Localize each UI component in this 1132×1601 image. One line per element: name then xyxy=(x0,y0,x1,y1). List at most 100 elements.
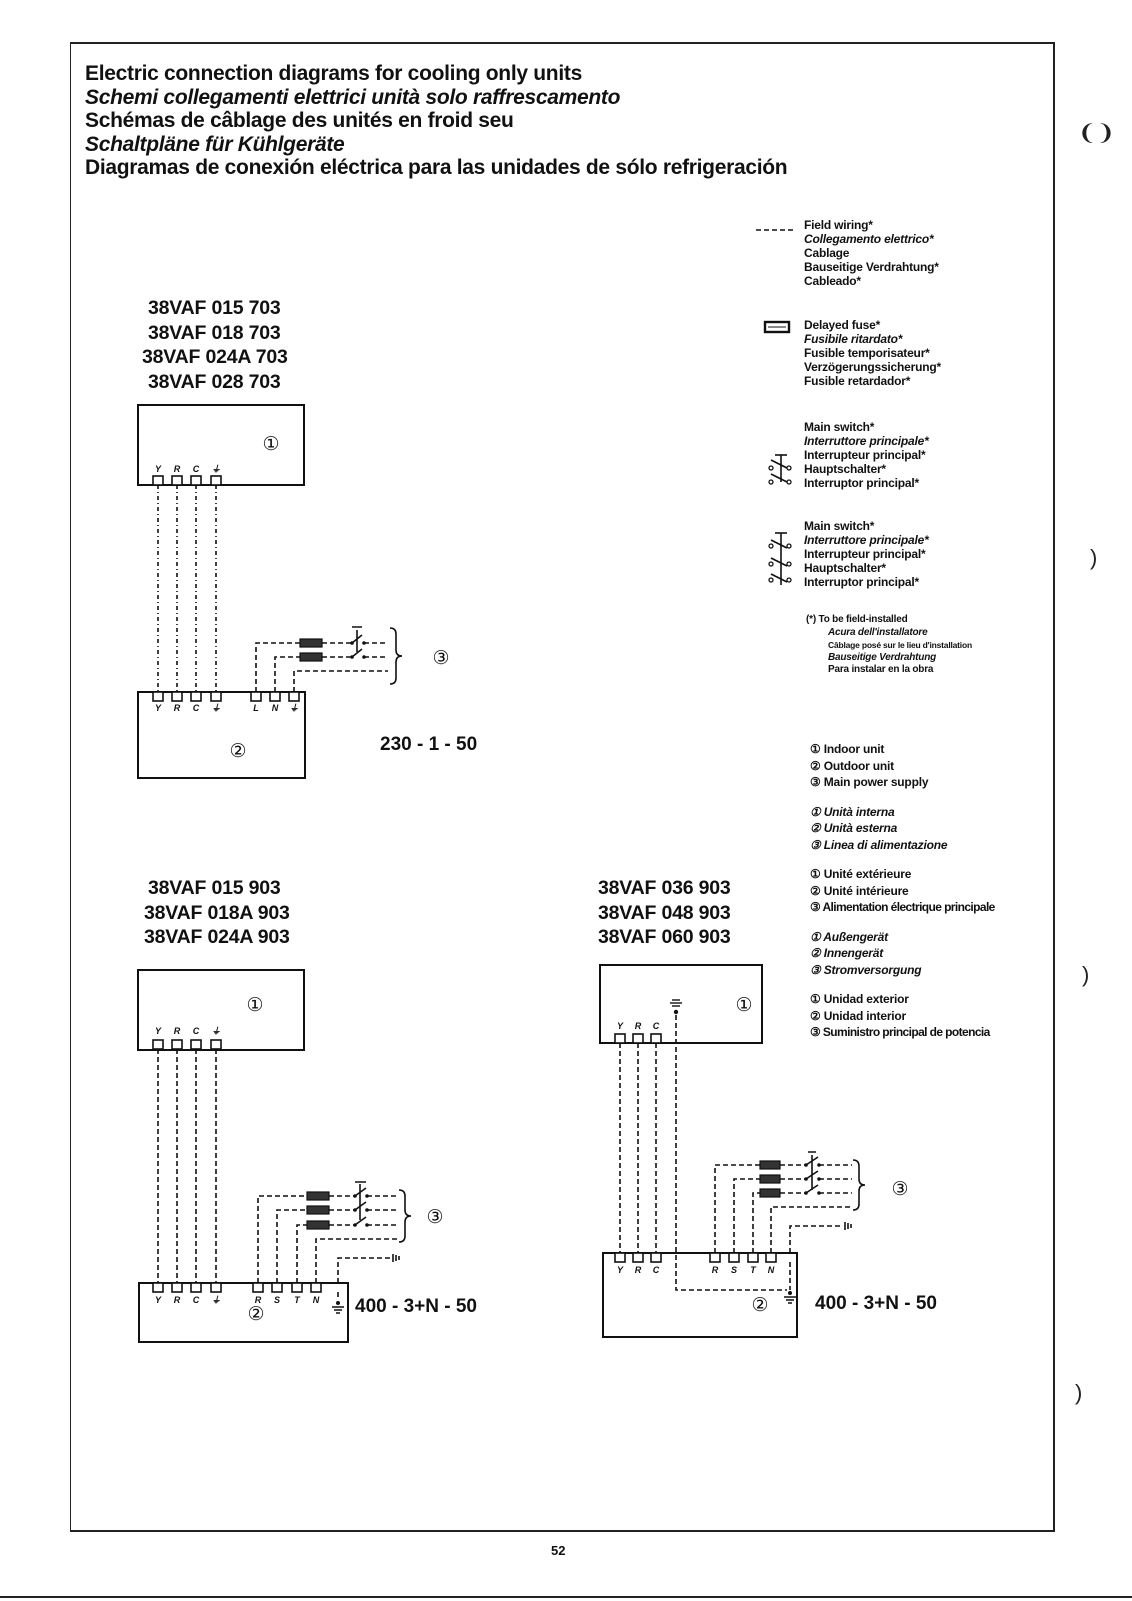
binder-hole-mark: ) xyxy=(1082,962,1090,987)
fuse-icon xyxy=(306,1220,330,1230)
terminal-label: T xyxy=(294,1295,301,1305)
ground-icon xyxy=(332,1292,344,1314)
switch-icon xyxy=(350,626,366,659)
legend-line: Collegamento elettrico* xyxy=(804,232,934,246)
terminal-label: Y xyxy=(617,1021,624,1031)
terminal-label: C xyxy=(653,1021,660,1031)
terminal-label: C xyxy=(193,1026,200,1036)
legend-line: Main switch* xyxy=(804,519,875,533)
legend-line: ② Outdoor unit xyxy=(810,758,894,773)
terminal-label: C xyxy=(193,703,200,713)
terminal-label: R xyxy=(174,464,181,474)
terminal-label: ⏚ xyxy=(211,1295,220,1305)
terminal-label: C xyxy=(193,464,200,474)
legend-units-fr: ① Unité extérieure ② Unité intérieure ③ … xyxy=(810,866,995,916)
legend-units-en: ① Indoor unit ② Outdoor unit ③ Main powe… xyxy=(810,741,995,791)
legend-line: ③ Linea di alimentazione xyxy=(810,837,948,852)
outdoor-unit-number: ② xyxy=(229,740,246,762)
earth-icon xyxy=(844,1222,852,1230)
legend-line: Verzögerungssicherung* xyxy=(804,360,941,374)
legend-line: Bauseitige Verdrahtung* xyxy=(804,260,939,274)
legend-line: Interruttore principale* xyxy=(804,434,929,448)
terminal-label: Y xyxy=(155,703,162,713)
terminal-label: ⏚ xyxy=(211,703,220,713)
legend-units-es: ① Unidad exterior ② Unidad interior ③ Su… xyxy=(810,991,995,1041)
supply-number: ③ xyxy=(432,647,449,669)
terminal-label: N xyxy=(272,703,279,713)
binder-hole-mark: ) xyxy=(1090,545,1098,570)
ground-icon xyxy=(784,1262,796,1304)
legend-main-switch-3ph: Main switch* Interruttore principale* In… xyxy=(804,519,929,589)
legend-field-wiring: Field wiring* Collegamento elettrico* Ca… xyxy=(804,218,939,288)
fuse-icon xyxy=(759,1174,781,1184)
legend-line: Cablage xyxy=(804,246,850,260)
indoor-terminals: Y R C ⏚ xyxy=(152,464,222,486)
legend-line: Bauseitige Verdrahtung xyxy=(828,651,937,663)
indoor-unit-number: ① xyxy=(262,433,279,455)
legend-line: ① Indoor unit xyxy=(810,742,885,756)
switch-icon xyxy=(353,1181,369,1227)
terminal-label: R xyxy=(174,1295,181,1305)
legend-line: Interruptor principal* xyxy=(804,476,919,490)
terminal-label: R xyxy=(635,1021,642,1031)
legend-line: Main switch* xyxy=(804,420,875,434)
legend-line: Câblage posé sur le lieu d'installation xyxy=(828,640,972,650)
terminal-label: Y xyxy=(155,1295,162,1305)
terminal-label: Y xyxy=(617,1265,624,1275)
legend-field-installed: (*) To be field-installed Acura dell'ins… xyxy=(806,614,972,677)
terminal-label: ⏚ xyxy=(211,1026,220,1036)
brace xyxy=(389,627,403,685)
terminal-label: Y xyxy=(155,1026,162,1036)
supply-number: ③ xyxy=(891,1178,908,1200)
legend-line: ③ Main power supply xyxy=(810,775,929,789)
outdoor-unit-number: ② xyxy=(247,1303,264,1325)
legend-line: Fusible temporisateur* xyxy=(804,346,930,360)
terminal-label: T xyxy=(750,1265,757,1275)
brace xyxy=(398,1189,412,1243)
legend-line: Cableado* xyxy=(804,274,861,288)
fuse-icon xyxy=(306,1191,330,1201)
fuse-icon xyxy=(306,1205,330,1215)
switch-icon xyxy=(804,1151,821,1195)
supply-number: ③ xyxy=(426,1206,443,1228)
legend-units-it: ① Unità interna ② Unità esterna ③ Linea … xyxy=(810,804,995,854)
terminal-label: N xyxy=(313,1295,320,1305)
indoor-unit-box xyxy=(137,969,305,1051)
diagram-400v-small: ① Y R C ⏚ ② Y R C ⏚ R S T N ③ xyxy=(137,969,444,1343)
legend-line: Hauptschalter* xyxy=(804,561,886,575)
legend-line: Hauptschalter* xyxy=(804,462,886,476)
legend-line: ③ Suministro principal de potencia xyxy=(810,1025,990,1039)
legend-line: Interrupteur principal* xyxy=(804,547,926,561)
legend-line: Delayed fuse* xyxy=(804,318,881,332)
legend-line: Acura dell'installatore xyxy=(828,626,928,638)
legend-line: ① Unité extérieure xyxy=(810,867,912,881)
legend-line: Interrupteur principal* xyxy=(804,448,926,462)
legend-line: ② Unité intérieure xyxy=(810,883,909,898)
legend-line: Interruttore principale* xyxy=(804,533,929,547)
legend-line: ② Unidad interior xyxy=(810,1008,907,1023)
legend-line: ② Unità esterna xyxy=(810,821,898,835)
terminal-label: L xyxy=(253,703,259,713)
legend-line: ③ Alimentation électrique principale xyxy=(810,900,995,914)
terminal-label: R xyxy=(635,1265,642,1275)
brace xyxy=(852,1159,866,1211)
legend-line: ① Unidad exterior xyxy=(810,992,909,1006)
legend-line: ② Innengerät xyxy=(810,946,884,960)
terminal-label: R xyxy=(255,1295,262,1305)
legend-line: ③ Stromversorgung xyxy=(810,962,922,977)
terminal-label: S xyxy=(274,1295,280,1305)
legend-delayed-fuse: Delayed fuse* Fusibile ritardato* Fusibl… xyxy=(804,318,941,388)
terminal-label: C xyxy=(653,1265,660,1275)
terminal-label: ⏚ xyxy=(211,464,220,474)
terminal-label: ⏚ xyxy=(289,703,298,713)
binder-hole-mark: ❨❩ xyxy=(1078,120,1115,145)
legend-line: Field wiring* xyxy=(804,218,873,232)
terminal-label: R xyxy=(174,1026,181,1036)
page-number: 52 xyxy=(551,1543,566,1558)
earth-icon xyxy=(392,1254,400,1262)
legend-line: Fusibile ritardato* xyxy=(804,332,903,346)
legend-line: Interruptor principal* xyxy=(804,575,919,589)
bottom-rule xyxy=(0,1596,1132,1598)
legend-line: Para instalar en la obra xyxy=(828,664,934,675)
fuse-icon xyxy=(299,638,323,648)
